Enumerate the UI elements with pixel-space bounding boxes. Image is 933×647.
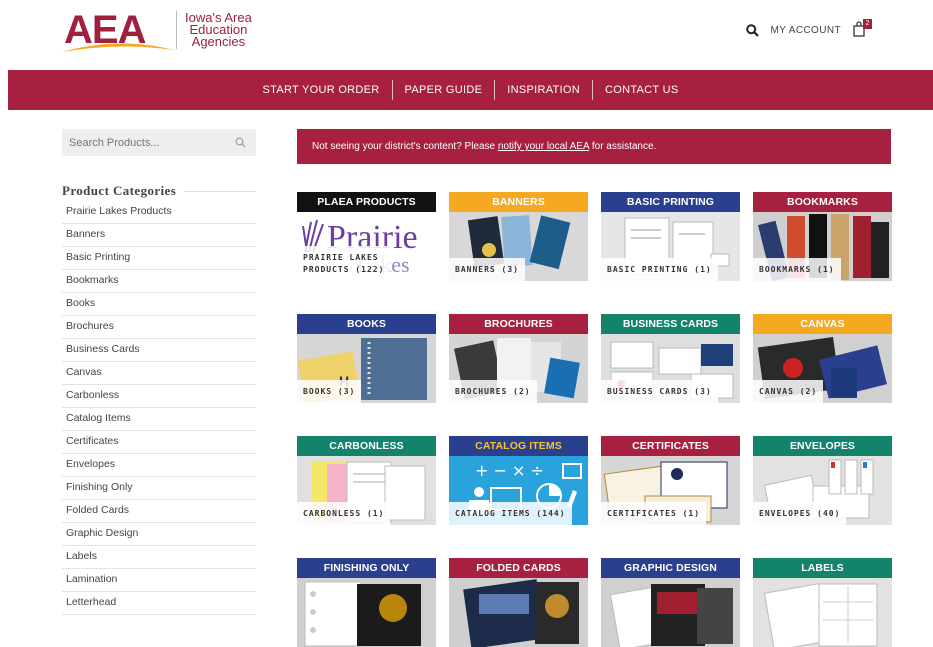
tile-title: CATALOG ITEMS <box>449 436 588 456</box>
category-link[interactable]: Bookmarks <box>62 270 256 293</box>
nav-inspiration[interactable]: INSPIRATION <box>495 84 592 96</box>
logo-text: Iowa's Area Education Agencies <box>185 11 252 49</box>
category-link[interactable]: Carbonless <box>62 385 256 408</box>
tile-title: CANVAS <box>753 314 892 334</box>
aea-logo-mark: AEA <box>62 8 174 52</box>
category-tile[interactable]: ENVELOPES ENVELOPES (40) <box>753 436 892 525</box>
tile-label: BROCHURES (2) <box>449 380 537 403</box>
categories-title: Product Categories <box>62 183 177 198</box>
tile-label: PRAIRIE LAKES PRODUCTS (122) <box>297 246 391 281</box>
logo-text-line: Agencies <box>191 34 246 49</box>
tile-label: BOOKMARKS (1) <box>753 258 841 281</box>
tile-title: BOOKS <box>297 314 436 334</box>
tile-label: ENVELOPES (40) <box>753 502 847 525</box>
category-link[interactable]: Business Cards <box>62 339 256 362</box>
category-link[interactable]: Folded Cards <box>62 500 256 523</box>
category-tile[interactable]: CATALOG ITEMS + − × ÷ CATALOG ITEMS (144) <box>449 436 588 525</box>
tile-title: BOOKMARKS <box>753 192 892 212</box>
logo-letters: AEA <box>64 8 146 52</box>
categories-heading: Product Categories <box>62 183 256 199</box>
tile-title: LABELS <box>753 558 892 578</box>
category-tile[interactable]: BOOKMARKS BOOKMARKS (1) <box>753 192 892 281</box>
tile-title: BANNERS <box>449 192 588 212</box>
category-tile[interactable]: BANNERS BANNERS (3) <box>449 192 588 281</box>
product-grid: PLAEA PRODUCTSPrairieLakesPRAIRIE LAKES … <box>297 192 892 647</box>
logo-divider <box>176 11 177 49</box>
category-link[interactable]: Envelopes <box>62 454 256 477</box>
tile-title: CARBONLESS <box>297 436 436 456</box>
category-link[interactable]: Labels <box>62 546 256 569</box>
category-tile[interactable]: GRAPHIC DESIGN <box>601 558 740 647</box>
category-link[interactable]: Books <box>62 293 256 316</box>
aea-logo[interactable]: AEA Iowa's Area Education Agencies <box>62 8 252 52</box>
category-tile[interactable]: PLAEA PRODUCTSPrairieLakesPRAIRIE LAKES … <box>297 192 436 281</box>
svg-text:+ − × ÷: + − × ÷ <box>475 461 544 480</box>
category-tile[interactable]: FOLDED CARDS <box>449 558 588 647</box>
tile-title: BUSINESS CARDS <box>601 314 740 334</box>
category-tile[interactable]: LABELS <box>753 558 892 647</box>
tile-title: CERTIFICATES <box>601 436 740 456</box>
tile-title: FOLDED CARDS <box>449 558 588 578</box>
sidebar: Product Categories Prairie Lakes Product… <box>62 129 256 615</box>
category-link[interactable]: Prairie Lakes Products <box>62 201 256 224</box>
folded-cards-photo <box>449 578 588 647</box>
nav-start-your-order[interactable]: START YOUR ORDER <box>250 84 391 96</box>
tile-label: CERTIFICATES (1) <box>601 502 707 525</box>
category-link[interactable]: Certificates <box>62 431 256 454</box>
category-list: Prairie Lakes Products Banners Basic Print… <box>62 201 256 615</box>
main-content: Not seeing your district's content? Plea… <box>297 129 892 647</box>
category-tile[interactable]: CARBONLESS CARBONLESS (1) <box>297 436 436 525</box>
tile-label: CANVAS (2) <box>753 380 824 403</box>
category-link[interactable]: Finishing Only <box>62 477 256 500</box>
category-link[interactable]: Canvas <box>62 362 256 385</box>
tile-title: FINISHING ONLY <box>297 558 436 578</box>
graphic-design-photo <box>601 578 740 647</box>
my-account-link[interactable]: MY ACCOUNT <box>771 25 842 36</box>
category-link[interactable]: Graphic Design <box>62 523 256 546</box>
nav-contact-us[interactable]: CONTACT US <box>593 84 691 96</box>
category-link[interactable]: Lamination <box>62 569 256 592</box>
site-header: AEA Iowa's Area Education Agencies MY AC… <box>0 0 933 70</box>
category-link[interactable]: Brochures <box>62 316 256 339</box>
category-link[interactable]: Basic Printing <box>62 247 256 270</box>
tile-label: BANNERS (3) <box>449 258 525 281</box>
tile-title: GRAPHIC DESIGN <box>601 558 740 578</box>
tile-label: CARBONLESS (1) <box>297 502 391 525</box>
tile-label: BUSINESS CARDS (3) <box>601 380 718 403</box>
nav-paper-guide[interactable]: PAPER GUIDE <box>393 84 495 96</box>
category-tile[interactable]: BROCHURES BROCHURES (2) <box>449 314 588 403</box>
search-icon[interactable] <box>745 23 759 37</box>
category-tile[interactable]: BASIC PRINTING BASIC PRINTING (1) <box>601 192 740 281</box>
category-tile[interactable]: FINISHING ONLY <box>297 558 436 647</box>
product-search <box>62 129 256 156</box>
tile-label: BASIC PRINTING (1) <box>601 258 718 281</box>
district-notice: Not seeing your district's content? Plea… <box>297 129 891 164</box>
header-actions: MY ACCOUNT 2 <box>745 19 874 39</box>
labels-photo <box>753 578 892 647</box>
tile-title: BROCHURES <box>449 314 588 334</box>
category-tile[interactable]: CANVAS CANVAS (2) <box>753 314 892 403</box>
tile-label: CATALOG ITEMS (144) <box>449 502 572 525</box>
category-link[interactable]: Letterhead <box>62 592 256 615</box>
heading-divider <box>184 190 256 192</box>
cart-button[interactable]: 2 <box>853 19 873 39</box>
notify-aea-link[interactable]: notify your local AEA <box>498 141 589 152</box>
tile-title: ENVELOPES <box>753 436 892 456</box>
finishing-photo <box>297 578 436 647</box>
search-input[interactable] <box>69 136 219 149</box>
tile-label: BOOKS (3) <box>297 380 362 403</box>
tile-title: BASIC PRINTING <box>601 192 740 212</box>
main-nav: START YOUR ORDER PAPER GUIDE INSPIRATION… <box>8 70 933 110</box>
category-link[interactable]: Catalog Items <box>62 408 256 431</box>
category-link[interactable]: Banners <box>62 224 256 247</box>
category-tile[interactable]: BUSINESS CARDS BUSINESS CARDS (3) <box>601 314 740 403</box>
notice-text: Not seeing your district's content? Plea… <box>312 141 498 152</box>
category-tile[interactable]: BOOKSHBOOKS (3) <box>297 314 436 403</box>
tile-title: PLAEA PRODUCTS <box>297 192 436 212</box>
search-icon[interactable] <box>235 137 246 148</box>
cart-count-badge: 2 <box>863 19 872 29</box>
category-tile[interactable]: CERTIFICATES CERTIFICATES (1) <box>601 436 740 525</box>
notice-text-end: for assistance. <box>589 141 657 152</box>
